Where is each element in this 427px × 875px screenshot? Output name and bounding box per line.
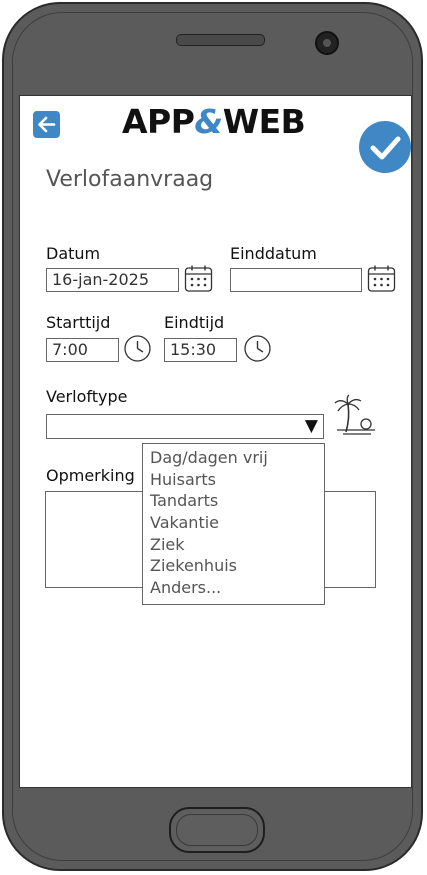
opmerkingen-label: Opmerking [46,466,135,485]
einddatum-label: Einddatum [230,244,317,263]
dropdown-option[interactable]: Tandarts [143,490,324,512]
dropdown-arrow-icon[interactable]: ▼ [305,416,318,436]
page-title: Verlofaanvraag [46,167,214,192]
eindtijd-field[interactable]: 15:30 [164,338,237,362]
phone-frame: APP&WEB Verlofaanvraag Datum 16-jan-2025… [2,2,423,871]
palm-beach-icon [334,394,375,435]
checkmark-icon [370,136,401,160]
verloftype-dropdown-list: Dag/dagen vrij Huisarts Tandarts Vakanti… [142,443,325,605]
dropdown-option[interactable]: Ziekenhuis [143,555,324,577]
app-logo: APP&WEB [122,102,312,148]
starttijd-label: Starttijd [46,313,111,332]
confirm-button[interactable] [359,121,411,173]
dropdown-option[interactable]: Anders... [143,577,324,599]
app-screen: APP&WEB Verlofaanvraag Datum 16-jan-2025… [19,95,412,788]
logo-text-app: APP [122,102,195,141]
eindtijd-label: Eindtijd [164,313,225,332]
dropdown-option[interactable]: Dag/dagen vrij [143,447,324,469]
einddatum-field[interactable] [230,268,362,292]
starttijd-field[interactable]: 7:00 [46,338,119,362]
speaker-grille [176,34,265,46]
calendar-icon[interactable] [367,264,396,293]
calendar-icon[interactable] [184,264,213,293]
clock-icon[interactable] [243,334,272,363]
verloftype-label: Verloftype [46,387,128,406]
datum-field[interactable]: 16-jan-2025 [46,268,179,292]
logo-text-web: WEB [222,102,306,141]
datum-label: Datum [46,244,101,263]
arrow-left-icon [38,116,56,133]
clock-icon[interactable] [123,334,152,363]
logo-ampersand: & [194,102,223,141]
dropdown-option[interactable]: Vakantie [143,512,324,534]
dropdown-option[interactable]: Ziek [143,534,324,556]
verloftype-select[interactable]: ▼ [46,414,324,439]
front-camera [315,31,339,55]
home-button[interactable] [169,807,265,853]
back-button[interactable] [33,111,60,138]
dropdown-option[interactable]: Huisarts [143,469,324,491]
